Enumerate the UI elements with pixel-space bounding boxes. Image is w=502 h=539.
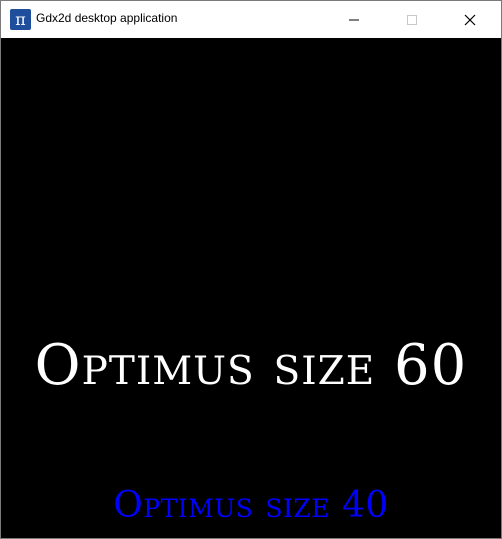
small-font-label: Optimus size 40 xyxy=(113,485,389,526)
close-icon xyxy=(464,14,476,25)
render-canvas[interactable]: Optimus size 60 Optimus size 40 xyxy=(1,38,501,538)
title-bar[interactable]: π Gdx2d desktop application xyxy=(1,1,501,38)
app-icon[interactable]: π xyxy=(10,9,31,30)
maximize-button[interactable] xyxy=(389,1,435,38)
close-button[interactable] xyxy=(447,1,493,38)
minimize-button[interactable] xyxy=(331,1,377,38)
minimize-icon xyxy=(349,19,359,20)
window-title: Gdx2d desktop application xyxy=(36,11,178,25)
application-window: π Gdx2d desktop application Optimus size… xyxy=(0,0,502,539)
maximize-icon xyxy=(407,14,417,25)
large-font-label: Optimus size 60 xyxy=(34,333,468,398)
app-icon-glyph: π xyxy=(15,9,26,29)
